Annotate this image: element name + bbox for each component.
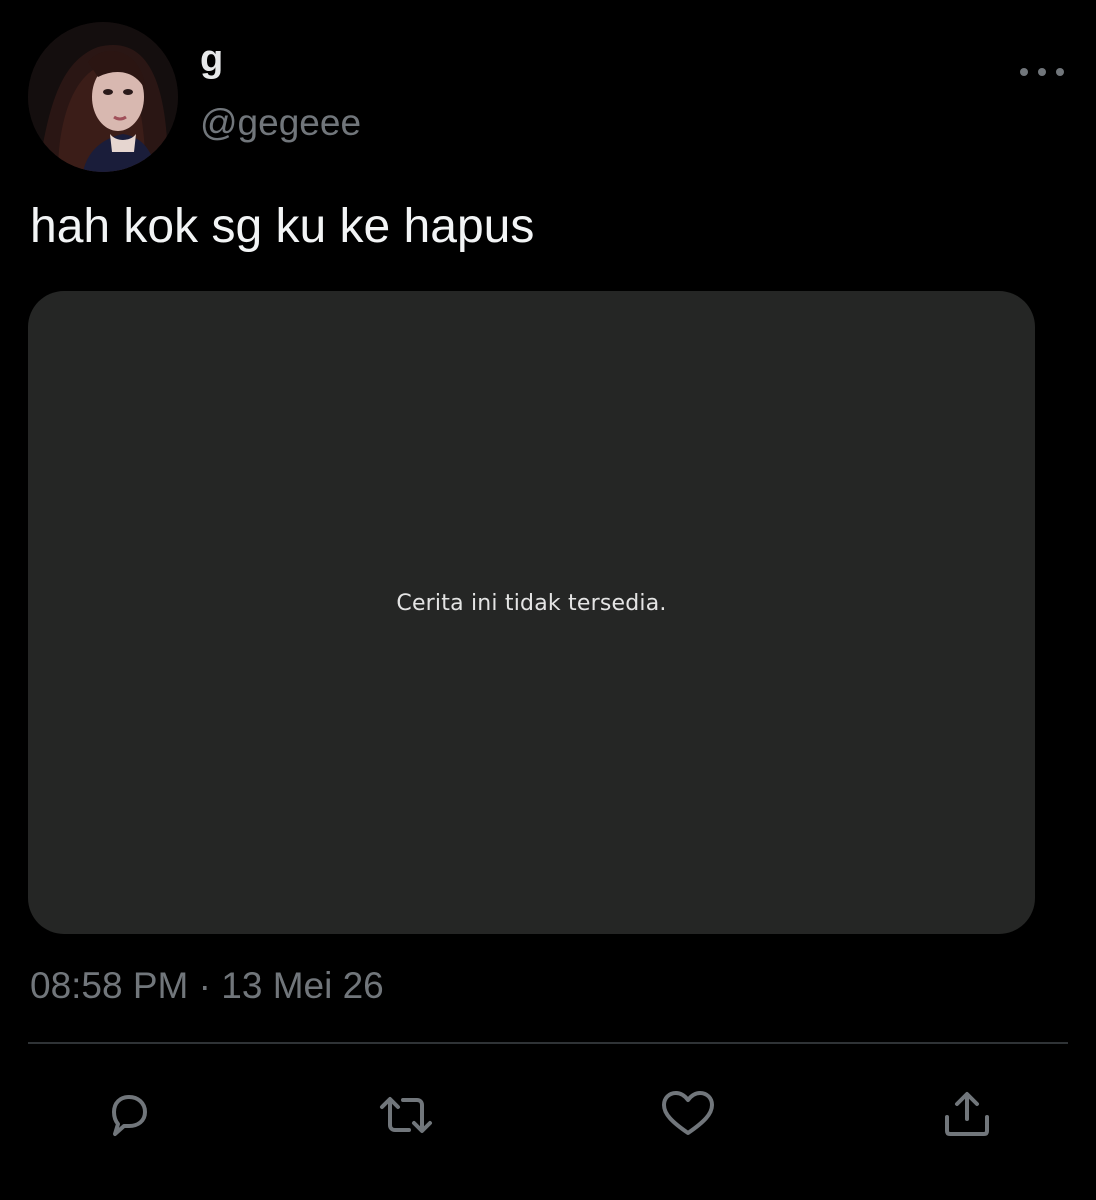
like-button[interactable] <box>658 1085 718 1145</box>
reply-icon <box>112 1095 147 1136</box>
story-unavailable-message: Cerita ini tidak tersedia. <box>396 591 667 616</box>
more-horizontal-icon <box>1020 68 1064 76</box>
meta-separator: · <box>198 965 211 1006</box>
avatar[interactable] <box>28 22 178 172</box>
reply-button[interactable] <box>98 1085 158 1145</box>
retweet-button[interactable] <box>376 1085 436 1145</box>
tweet-timestamp[interactable]: 08:58 PM · 13 Mei 26 <box>30 965 384 1007</box>
retweet-icon <box>380 1097 432 1133</box>
media-attachment[interactable]: Cerita ini tidak tersedia. <box>28 291 1035 934</box>
display-name[interactable]: g <box>200 40 223 78</box>
tweet-date: 13 Mei 26 <box>221 965 384 1006</box>
heart-icon <box>662 1091 714 1135</box>
avatar-image <box>28 22 178 172</box>
divider <box>28 1042 1068 1044</box>
share-button[interactable] <box>937 1085 997 1145</box>
tweet-time: 08:58 PM <box>30 965 189 1006</box>
share-icon <box>945 1092 989 1136</box>
tweet-text: hah kok sg ku ke hapus <box>30 200 535 253</box>
user-handle[interactable]: @gegeee <box>200 104 361 141</box>
more-options-button[interactable] <box>1012 56 1072 88</box>
